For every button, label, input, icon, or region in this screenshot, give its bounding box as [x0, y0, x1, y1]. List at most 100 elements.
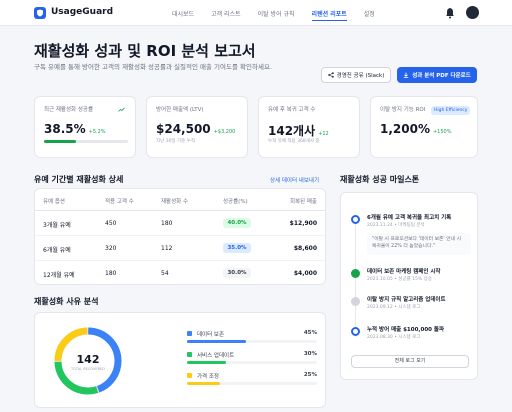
reasons-section-title: 재활성화 사유 분석 — [34, 297, 99, 306]
table-section-title: 유예 기간별 재활성화 상세 — [34, 175, 124, 184]
milestone-title: 이탈 방지 규칙 알고리즘 업데이트 — [367, 297, 446, 303]
reason-label: 데이터 보존 — [197, 332, 225, 338]
nav-retention-report[interactable]: 리텐션 리포트 — [311, 9, 347, 21]
kpi-delta: +5.2% — [88, 129, 106, 135]
cell-revenue: $8,600 — [293, 245, 317, 252]
kpi-value: 38.5% +5.2% — [44, 122, 106, 136]
kpi-delta: +12 — [318, 131, 329, 137]
reason-bar-fill — [187, 361, 226, 364]
milestone-quote: "이탈 시 프로모션보다 '데이터 보존' 안내 시 복귀율이 22% 더 높았… — [367, 233, 471, 255]
col-option: 유예 옵션 — [43, 199, 65, 205]
table-row[interactable]: 3개월 유예 450 180 40.0% $12,900 — [35, 211, 325, 236]
reason-dot — [187, 373, 192, 378]
rate-badge: 40.0% — [223, 218, 251, 228]
share-button-label: 경영진 공유 (Slack) — [336, 73, 385, 79]
kpi-label: 방어한 매출액 (LTV) — [156, 107, 204, 113]
kpi-card-roi: 이탈 방지 기능 ROI High Efficiency 1,200% +150% — [370, 96, 478, 158]
kpi-card-success-rate: 최근 재활성화 성공률 38.5% +5.2% — [34, 96, 136, 158]
col-reactivated: 재활성화 수 — [161, 199, 189, 205]
reason-item: 데이터 보존 45% — [187, 330, 317, 344]
rate-badge: 35.0% — [223, 243, 251, 253]
reason-percent: 30% — [303, 351, 317, 357]
cell-reactivated: 112 — [161, 245, 173, 252]
download-icon — [404, 72, 409, 78]
top-nav: UsageGuard 대시보드 고객 리스트 이탈 방어 규칙 리텐션 리포트 … — [0, 0, 512, 26]
cell-revenue: $12,900 — [289, 220, 317, 227]
table-row[interactable]: 6개월 유예 320 112 35.0% $8,600 — [35, 236, 325, 261]
view-all-logs-button[interactable]: 전체 로그 보기 — [351, 355, 469, 368]
table-row[interactable]: 12개월 유예 180 54 30.0% $4,000 — [35, 261, 325, 286]
high-efficiency-badge: High Efficiency — [431, 106, 471, 115]
kpi-sub: 누적 유예 적용 368개사 중 — [268, 139, 320, 144]
cell-reactivated: 180 — [161, 220, 173, 227]
bell-icon[interactable] — [445, 7, 455, 19]
export-data-link[interactable]: 상세 데이터 내보내기 — [270, 176, 319, 184]
reasons-donut-chart: 142 TOTAL RECOVERED — [54, 327, 122, 395]
reason-dot — [187, 352, 192, 357]
milestone-date: 2023.10.05 • 성공률 15% 상승 — [367, 277, 432, 282]
reason-item: 가격 조정 25% — [187, 372, 317, 386]
cell-reactivated: 54 — [161, 270, 169, 277]
milestone-date: 2023.11.24 • 마케팅팀 분석 — [367, 223, 425, 228]
reason-bar-fill — [187, 340, 246, 343]
reason-bar — [187, 361, 317, 364]
nav-links: 대시보드 고객 리스트 이탈 방어 규칙 리텐션 리포트 설정 — [172, 9, 392, 21]
cell-applied: 180 — [105, 270, 117, 277]
reactivation-table: 유예 옵션 적용 고객 수 재활성화 수 성공률(%) 회복된 매출 3개월 유… — [34, 188, 326, 285]
milestone-date: 2023.09.12 • 시스템 로그 — [367, 305, 421, 310]
reason-bar-fill — [187, 382, 220, 385]
donut-total: 142 — [77, 353, 100, 366]
kpi-delta: +150% — [432, 129, 452, 135]
reason-bar — [187, 382, 317, 385]
kpi-card-ltv: 방어한 매출액 (LTV) $24,500 +$3,200 지난 30일 기준 누… — [146, 96, 248, 158]
success-rate-progress-fill — [44, 140, 77, 143]
page-title: 재활성화 성과 및 ROI 분석 보고서 — [34, 42, 256, 60]
milestone-title: 데이터 보존 마케팅 캠페인 시작 — [367, 269, 441, 275]
brand-name: UsageGuard — [51, 7, 114, 17]
kpi-value: 1,200% +150% — [380, 122, 452, 136]
avatar[interactable] — [466, 6, 479, 19]
reason-bar — [187, 340, 317, 343]
col-rate: 성공률(%) — [223, 199, 248, 205]
trend-up-icon — [118, 107, 125, 112]
page-subtitle: 구독 유예를 통해 방어한 고객의 재활성화 성공률과 실질적인 매출 기여도를… — [34, 63, 273, 71]
milestones-section-title: 재활성화 성공 마일스톤 — [340, 175, 420, 184]
shield-icon — [37, 9, 43, 17]
kpi-sub: 지난 30일 기준 누적 — [156, 139, 195, 144]
milestone-dot-active — [351, 327, 360, 336]
nav-churn-rules[interactable]: 이탈 방어 규칙 — [258, 9, 295, 21]
share-slack-button[interactable]: 경영진 공유 (Slack) — [321, 67, 391, 83]
col-applied: 적용 고객 수 — [105, 199, 134, 205]
milestone-title: 누적 방어 매출 $100,000 돌파 — [367, 327, 445, 333]
reasons-card: 142 TOTAL RECOVERED 데이터 보존 45% 서비스 업데이트 … — [34, 312, 326, 408]
milestone-dot — [351, 297, 360, 306]
cell-option: 3개월 유예 — [43, 222, 71, 229]
usageguard-logo[interactable] — [34, 7, 46, 19]
cell-revenue: $4,000 — [293, 270, 317, 277]
kpi-card-returned: 유예 후 복귀 고객 수 142개사 +12 누적 유예 적용 368개사 중 — [258, 96, 360, 158]
download-pdf-button[interactable]: 성과 분석 PDF 다운로드 — [397, 67, 477, 83]
reason-item: 서비스 업데이트 30% — [187, 351, 317, 365]
kpi-value: $24,500 +$3,200 — [156, 122, 236, 136]
nav-settings[interactable]: 설정 — [364, 9, 375, 21]
share-icon — [327, 72, 334, 78]
milestone-dot-success — [351, 269, 360, 278]
milestone-title: 6개월 유예 고객 복귀율 최고치 기록 — [367, 215, 452, 221]
nav-dashboard[interactable]: 대시보드 — [172, 9, 194, 21]
reason-label: 서비스 업데이트 — [197, 353, 235, 359]
success-rate-progress — [44, 140, 128, 143]
cell-option: 6개월 유예 — [43, 247, 71, 254]
pdf-button-label: 성과 분석 PDF 다운로드 — [412, 73, 471, 79]
kpi-label: 유예 후 복귀 고객 수 — [268, 107, 316, 113]
nav-customer-list[interactable]: 고객 리스트 — [211, 9, 241, 21]
timeline-line — [355, 219, 356, 337]
cell-applied: 450 — [105, 220, 117, 227]
milestone-date: 2023.08.30 • 시스템 로그 — [367, 335, 421, 340]
cell-applied: 320 — [105, 245, 117, 252]
donut-total-label: TOTAL RECOVERED — [70, 367, 105, 371]
kpi-delta: +$3,200 — [213, 129, 236, 135]
cell-option: 12개월 유예 — [43, 272, 75, 279]
kpi-value: 142개사 +12 — [268, 124, 329, 138]
kpi-label: 최근 재활성화 성공률 — [44, 107, 94, 113]
table-header: 유예 옵션 적용 고객 수 재활성화 수 성공률(%) 회복된 매출 — [35, 189, 325, 211]
